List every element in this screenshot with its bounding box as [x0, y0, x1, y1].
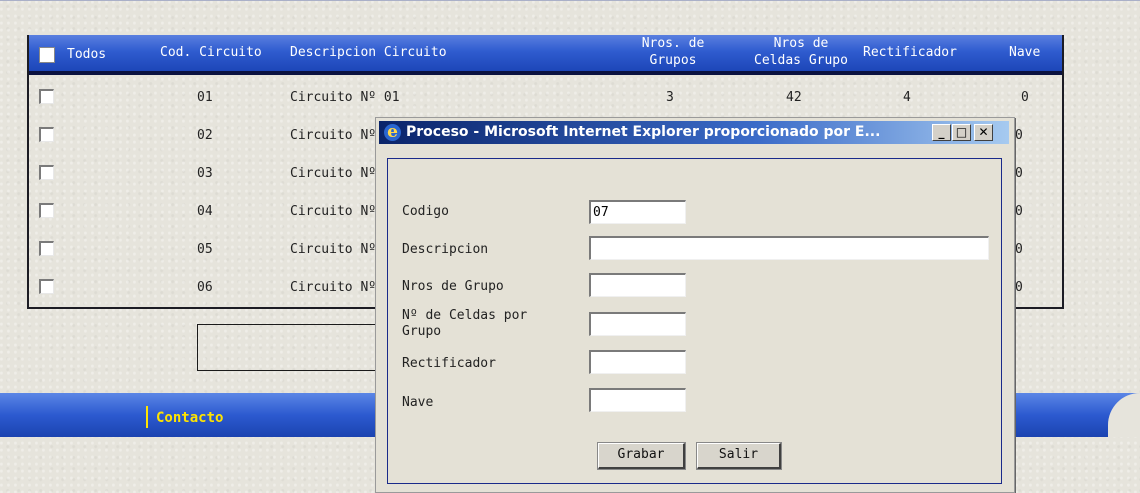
label-codigo: Codigo	[402, 204, 449, 219]
cell-nave: 0	[1021, 90, 1029, 105]
row-checkbox[interactable]	[39, 165, 54, 180]
cell-desc: Circuito Nº	[290, 204, 377, 219]
cell-nave: 0	[1015, 128, 1023, 143]
internet-explorer-icon: e	[384, 124, 401, 141]
proceso-popup-window: e Proceso - Microsoft Internet Explorer …	[375, 117, 1015, 493]
maximize-button[interactable]: □	[952, 124, 971, 141]
top-border-line	[0, 0, 1140, 1]
minimize-button[interactable]: _	[932, 124, 951, 141]
label-rectificador: Rectificador	[402, 356, 496, 371]
label-descripcion: Descripcion	[402, 242, 489, 257]
cell-celdas: 42	[786, 90, 802, 105]
close-button[interactable]: ✕	[974, 124, 993, 141]
cell-desc: Circuito Nº	[290, 242, 377, 257]
grid-header: Todos Cod. Circuito Descripcion Circuito…	[29, 35, 1062, 75]
celdas-por-grupo-input[interactable]	[589, 312, 686, 336]
nav-separator	[146, 406, 148, 428]
header-nros-grupos: Nros. de Grupos	[641, 36, 705, 68]
label-celdas-por-grupo: Nº de Celdas por Grupo	[402, 308, 528, 339]
label-nave: Nave	[402, 395, 434, 410]
rectificador-input[interactable]	[589, 350, 686, 374]
cell-nave: 0	[1015, 280, 1023, 295]
header-descripcion: Descripcion Circuito	[290, 45, 447, 60]
descripcion-input[interactable]	[589, 236, 989, 260]
salir-button[interactable]: Salir	[696, 442, 782, 470]
cell-cod: 01	[197, 90, 213, 105]
cell-rect: 4	[903, 90, 911, 105]
cell-cod: 04	[197, 204, 213, 219]
header-celdas-grupo: Nros de Celdas Grupo	[754, 36, 848, 68]
row-checkbox[interactable]	[39, 241, 54, 256]
header-cod-circuito: Cod. Circuito	[160, 45, 262, 60]
select-all-checkbox[interactable]	[39, 47, 55, 63]
cell-cod: 05	[197, 242, 213, 257]
row-checkbox[interactable]	[39, 203, 54, 218]
nav-link-contacto[interactable]: Contacto	[156, 410, 223, 426]
row-checkbox[interactable]	[39, 127, 54, 142]
cell-desc: Circuito Nº	[290, 128, 377, 143]
cell-cod: 02	[197, 128, 213, 143]
header-todos: Todos	[67, 47, 107, 62]
label-nros-grupo: Nros de Grupo	[402, 279, 504, 294]
row-checkbox[interactable]	[39, 279, 54, 294]
cell-cod: 03	[197, 166, 213, 181]
row-checkbox[interactable]	[39, 89, 54, 104]
codigo-input[interactable]	[589, 200, 686, 224]
cell-nave: 0	[1015, 166, 1023, 181]
button-panel	[197, 324, 379, 371]
cell-nave: 0	[1015, 242, 1023, 257]
cell-nave: 0	[1015, 204, 1023, 219]
header-rectificador: Rectificador	[863, 45, 957, 60]
cell-desc: Circuito Nº	[290, 166, 377, 181]
popup-title: Proceso - Microsoft Internet Explorer pr…	[406, 124, 881, 140]
table-row: 01 Circuito Nº 01 3 42 4 0	[29, 78, 1062, 116]
popup-titlebar[interactable]: e Proceso - Microsoft Internet Explorer …	[379, 121, 1009, 144]
header-nave: Nave	[1009, 45, 1041, 60]
nave-input[interactable]	[589, 388, 686, 412]
grabar-button[interactable]: Grabar	[597, 442, 686, 470]
cell-desc: Circuito Nº	[290, 280, 377, 295]
cell-cod: 06	[197, 280, 213, 295]
nros-grupo-input[interactable]	[589, 273, 686, 297]
cell-desc: Circuito Nº 01	[290, 90, 400, 105]
cell-grupos: 3	[666, 90, 674, 105]
